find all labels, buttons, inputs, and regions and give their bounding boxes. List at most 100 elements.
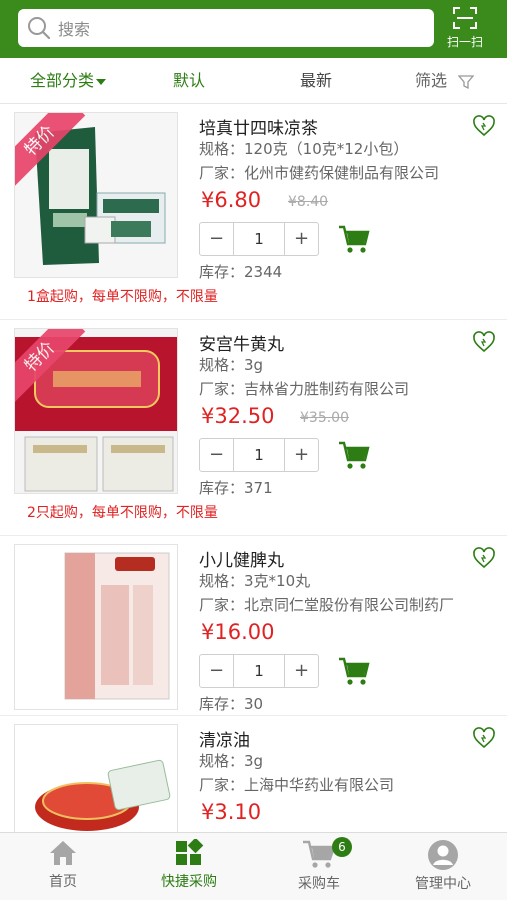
stock-info: 库存：2344 [199, 261, 282, 282]
grid-apps-icon [176, 839, 204, 865]
filter-label: 筛选 [415, 71, 448, 90]
tab-home[interactable]: 首页 [0, 833, 126, 901]
filter-button[interactable]: 筛选 [415, 58, 475, 104]
manufacturer-value: 吉林省力胜制药有限公司 [244, 380, 410, 398]
quantity-input[interactable]: 1 [233, 223, 285, 255]
tab-home-label: 首页 [49, 874, 77, 890]
search-placeholder: 搜索 [58, 20, 91, 39]
product-image[interactable] [14, 544, 178, 710]
product-card[interactable]: 小儿健脾丸 规格：3克*10丸 厂家：北京同仁堂股份有限公司制药厂 ¥16.00… [0, 536, 507, 716]
product-name[interactable]: 清凉油 [199, 726, 250, 751]
tab-quick-buy[interactable]: 快捷采购 [126, 833, 252, 901]
all-categories-dropdown[interactable]: 全部分类 [30, 58, 107, 104]
user-avatar-icon [428, 840, 458, 870]
scan-button[interactable]: 扫一扫 [440, 4, 490, 54]
product-image[interactable]: 特价 [14, 328, 178, 494]
product-price: ¥3.10 [201, 800, 262, 824]
product-spec: 规格：3g [199, 750, 263, 771]
cooling-balm-tin-image [15, 725, 177, 832]
stock-value: 2344 [244, 263, 283, 281]
product-name[interactable]: 安宫牛黄丸 [199, 330, 284, 355]
search-bar[interactable]: 搜索 [18, 9, 434, 47]
product-manufacturer: 厂家：吉林省力胜制药有限公司 [199, 378, 409, 399]
tab-manage-center-label: 管理中心 [415, 876, 471, 892]
product-manufacturer: 厂家：上海中华药业有限公司 [199, 774, 394, 795]
favorite-heart-icon[interactable] [472, 546, 496, 570]
manufacturer-label: 厂家： [199, 380, 245, 398]
increase-button[interactable]: + [285, 655, 318, 687]
product-card[interactable]: 特价 培真廿四味凉茶 规格：120克（10克*12小包） 厂家：化州市健药保健制… [0, 104, 507, 320]
quantity-stepper[interactable]: − 1 + [199, 654, 319, 688]
scan-label: 扫一扫 [446, 35, 483, 49]
favorite-heart-icon[interactable] [472, 330, 496, 354]
product-price: ¥32.50 [201, 404, 275, 428]
funnel-icon [457, 74, 475, 89]
decrease-button[interactable]: − [200, 223, 233, 255]
add-to-cart-icon[interactable] [338, 656, 370, 686]
quantity-input[interactable]: 1 [233, 655, 285, 687]
product-image[interactable] [14, 724, 178, 832]
sort-default-tab[interactable]: 默认 [173, 58, 205, 104]
spec-label: 规格： [199, 140, 245, 158]
product-spec: 规格：3g [199, 354, 263, 375]
product-spec: 规格：3克*10丸 [199, 570, 310, 591]
spec-value: 3g [244, 356, 264, 374]
stock-info: 库存：371 [199, 477, 273, 498]
stock-value: 30 [244, 695, 264, 713]
favorite-heart-icon[interactable] [472, 726, 496, 750]
spec-value: 3克*10丸 [244, 572, 311, 590]
search-icon [28, 17, 51, 40]
product-card[interactable]: 清凉油 规格：3g 厂家：上海中华药业有限公司 ¥3.10 − + [0, 716, 507, 832]
sort-latest-tab[interactable]: 最新 [300, 58, 332, 104]
add-to-cart-icon[interactable] [338, 224, 370, 254]
min-purchase-note: 2只起购，每单不限购，不限量 [27, 505, 218, 521]
stock-value: 371 [244, 479, 273, 497]
product-image[interactable]: 特价 [14, 112, 178, 278]
product-name[interactable]: 培真廿四味凉茶 [199, 114, 318, 139]
cart-icon [303, 840, 336, 868]
min-purchase-note: 1盒起购，每单不限购，不限量 [27, 289, 218, 305]
quantity-input[interactable]: 1 [233, 439, 285, 471]
add-to-cart-icon[interactable] [338, 440, 370, 470]
manufacturer-label: 厂家： [199, 776, 245, 794]
stock-label: 库存： [199, 479, 245, 497]
stock-label: 库存： [199, 263, 245, 281]
product-manufacturer: 厂家：北京同仁堂股份有限公司制药厂 [199, 594, 454, 615]
dropdown-arrow-icon [96, 78, 107, 85]
tab-manage-center[interactable]: 管理中心 [380, 833, 506, 901]
stock-label: 库存： [199, 695, 245, 713]
product-price: ¥6.80 [201, 188, 262, 212]
product-list[interactable]: 特价 培真廿四味凉茶 规格：120克（10克*12小包） 厂家：化州市健药保健制… [0, 104, 507, 832]
manufacturer-value: 北京同仁堂股份有限公司制药厂 [244, 596, 455, 614]
quantity-stepper[interactable]: − 1 + [199, 438, 319, 472]
spec-label: 规格： [199, 356, 245, 374]
stock-info: 库存：30 [199, 693, 263, 714]
manufacturer-value: 化州市健药保健制品有限公司 [244, 164, 440, 182]
product-spec: 规格：120克（10克*12小包） [199, 138, 408, 159]
increase-button[interactable]: + [285, 439, 318, 471]
favorite-heart-icon[interactable] [472, 114, 496, 138]
manufacturer-label: 厂家： [199, 596, 245, 614]
product-price: ¥16.00 [201, 620, 275, 644]
top-header: 搜索 扫一扫 [0, 0, 507, 58]
product-name[interactable]: 小儿健脾丸 [199, 546, 284, 571]
original-price: ¥35.00 [300, 410, 349, 426]
manufacturer-label: 厂家： [199, 164, 245, 182]
decrease-button[interactable]: − [200, 439, 233, 471]
xiaoer-jianpi-box-image [15, 545, 177, 709]
product-manufacturer: 厂家：化州市健药保健制品有限公司 [199, 162, 439, 183]
spec-label: 规格： [199, 752, 245, 770]
filter-bar: 全部分类 默认 最新 筛选 [0, 58, 507, 104]
quantity-stepper[interactable]: − 1 + [199, 222, 319, 256]
all-categories-label: 全部分类 [30, 71, 95, 90]
home-icon [50, 841, 76, 865]
original-price: ¥8.40 [288, 194, 329, 210]
bottom-tab-bar: 首页 快捷采购 6 采购车 管理中心 [0, 832, 507, 900]
scan-icon [453, 7, 477, 29]
spec-value: 3g [244, 752, 264, 770]
tab-cart[interactable]: 6 采购车 [256, 833, 382, 901]
increase-button[interactable]: + [285, 223, 318, 255]
decrease-button[interactable]: − [200, 655, 233, 687]
product-card[interactable]: 特价 安宫牛黄丸 规格：3g 厂家：吉林省力胜制药有限公司 ¥32.50 ¥35… [0, 320, 507, 536]
manufacturer-value: 上海中华药业有限公司 [244, 776, 395, 794]
